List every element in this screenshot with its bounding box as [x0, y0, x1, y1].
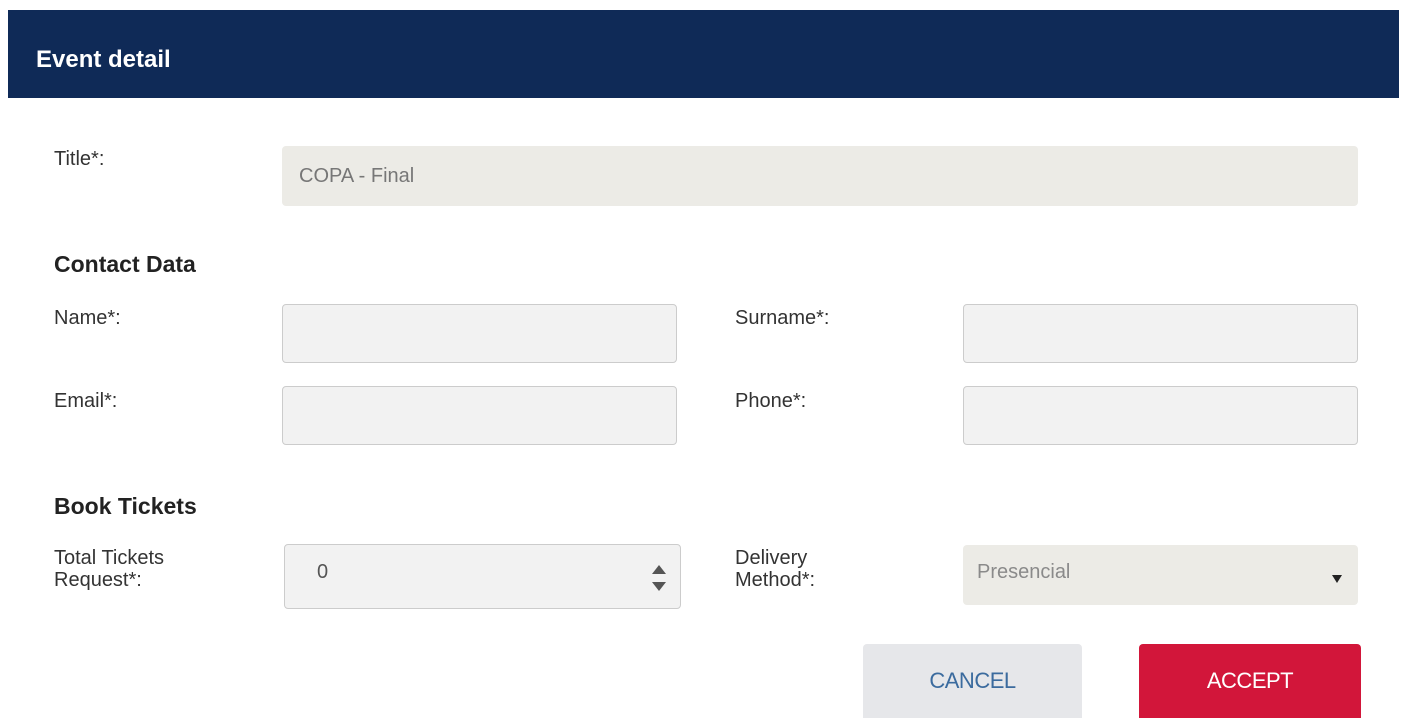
dropdown-caret-icon — [1332, 575, 1342, 583]
name-field[interactable] — [282, 304, 677, 363]
surname-label: Surname*: — [735, 307, 830, 329]
contact-data-heading: Contact Data — [54, 251, 196, 277]
phone-label: Phone*: — [735, 390, 807, 412]
title-label: Title*: — [54, 148, 105, 170]
increment-arrow-icon[interactable] — [652, 565, 666, 574]
cancel-button[interactable]: CANCEL — [863, 644, 1082, 718]
delivery-method-select[interactable]: Presencial — [963, 545, 1358, 605]
delivery-label-line1: Delivery — [735, 547, 808, 569]
total-tickets-stepper[interactable]: 0 — [284, 544, 681, 609]
dialog-header: Event detail — [8, 10, 1399, 98]
dialog-title: Event detail — [36, 46, 171, 73]
email-label: Email*: — [54, 390, 118, 412]
book-tickets-heading: Book Tickets — [54, 493, 197, 519]
name-label: Name*: — [54, 307, 121, 329]
delivery-label-line2: Method*: — [735, 569, 816, 591]
delivery-method-value: Presencial — [977, 561, 1071, 583]
accept-button[interactable]: ACCEPT — [1139, 644, 1361, 718]
total-tickets-label-line2: Request*: — [54, 569, 142, 591]
total-tickets-value[interactable]: 0 — [317, 561, 328, 583]
phone-field[interactable] — [963, 386, 1358, 445]
email-field[interactable] — [282, 386, 677, 445]
title-field[interactable] — [282, 146, 1358, 206]
decrement-arrow-icon[interactable] — [652, 582, 666, 591]
surname-field[interactable] — [963, 304, 1358, 363]
total-tickets-label-line1: Total Tickets — [54, 547, 165, 569]
